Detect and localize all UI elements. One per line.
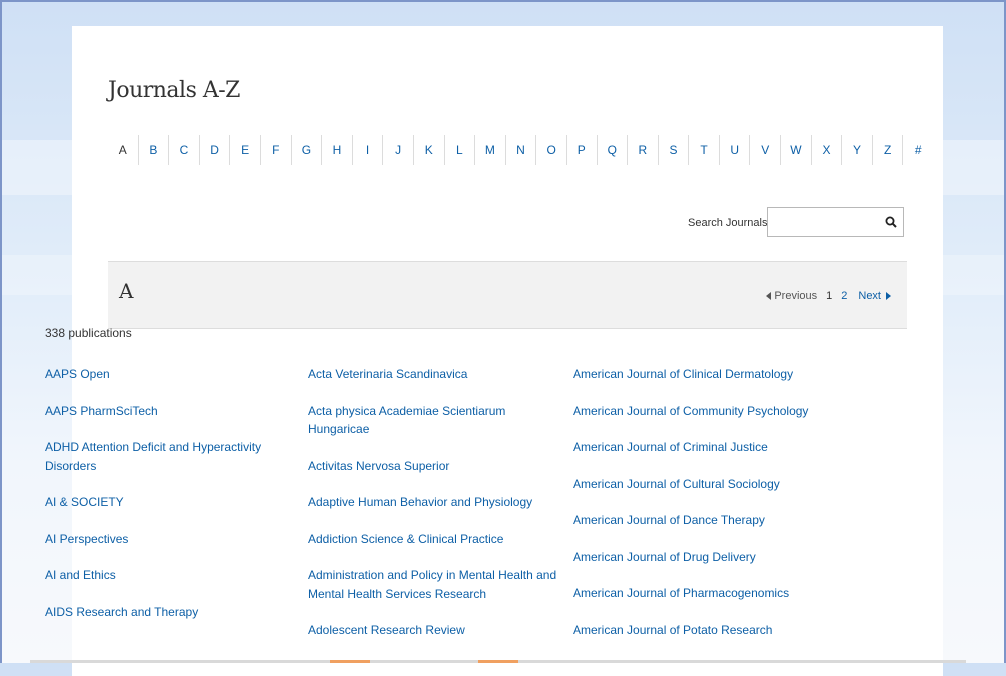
alphabet-nav: A B C D E F G H I J K L M N O P Q R S T U V W X Y Z # bbox=[108, 133, 933, 167]
caret-right-icon bbox=[886, 292, 891, 300]
alphabet-link-o[interactable]: O bbox=[536, 133, 566, 167]
page-title: Journals A-Z bbox=[108, 78, 240, 103]
journal-list-column-2: Acta Veterinaria Scandinavica Acta physic… bbox=[308, 365, 568, 658]
alphabet-link-p[interactable]: P bbox=[567, 133, 597, 167]
journal-link[interactable]: Addiction Science & Clinical Practice bbox=[308, 532, 503, 546]
journal-list-item: AI Perspectives bbox=[45, 530, 305, 549]
journal-list-column-1: AAPS Open AAPS PharmSciTech ADHD Attention… bbox=[45, 365, 305, 639]
alphabet-link-u[interactable]: U bbox=[720, 133, 750, 167]
alphabet-link-b[interactable]: B bbox=[139, 133, 169, 167]
alphabet-link-r[interactable]: R bbox=[628, 133, 658, 167]
alphabet-link-n[interactable]: N bbox=[506, 133, 536, 167]
journal-link[interactable]: American Journal of Community Psychology bbox=[573, 404, 808, 418]
journal-list-item: American Journal of Potato Research bbox=[573, 621, 833, 640]
alphabet-link-t[interactable]: T bbox=[689, 133, 719, 167]
alphabet-link-q[interactable]: Q bbox=[598, 133, 628, 167]
journal-list-item: Administration and Policy in Mental Heal… bbox=[308, 566, 568, 603]
alphabet-link-s[interactable]: S bbox=[659, 133, 689, 167]
journal-link[interactable]: AI and Ethics bbox=[45, 568, 116, 582]
journal-list-item: American Journal of Cultural Sociology bbox=[573, 475, 833, 494]
alphabet-link-d[interactable]: D bbox=[200, 133, 230, 167]
page-link-1[interactable]: 1 bbox=[826, 290, 832, 302]
alphabet-link-z[interactable]: Z bbox=[873, 133, 903, 167]
alphabet-link-e[interactable]: E bbox=[230, 133, 260, 167]
journal-link[interactable]: American Journal of Clinical Dermatology bbox=[573, 367, 793, 381]
alphabet-link-x[interactable]: X bbox=[812, 133, 842, 167]
alphabet-link-w[interactable]: W bbox=[781, 133, 811, 167]
alphabet-link-m[interactable]: M bbox=[475, 133, 505, 167]
alphabet-link-g[interactable]: G bbox=[292, 133, 322, 167]
journal-list-item: American Journal of Community Psychology bbox=[573, 402, 833, 421]
letter-section-header: A Previous 1 2 Next bbox=[108, 261, 907, 329]
journal-list-item: ADHD Attention Deficit and Hyperactivity… bbox=[45, 438, 305, 475]
page-link-2[interactable]: 2 bbox=[841, 290, 847, 302]
journal-list-column-3: American Journal of Clinical Dermatology… bbox=[573, 365, 833, 657]
journal-link[interactable]: Acta physica Academiae Scientiarum Hunga… bbox=[308, 404, 505, 437]
journal-link[interactable]: American Journal of Drug Delivery bbox=[573, 550, 756, 564]
journal-list-item: Addiction Science & Clinical Practice bbox=[308, 530, 568, 549]
alphabet-link-hash[interactable]: # bbox=[903, 133, 933, 167]
journal-list-item: AAPS Open bbox=[45, 365, 305, 384]
journal-link[interactable]: Adolescent Research Review bbox=[308, 623, 465, 637]
journal-link[interactable]: Adaptive Human Behavior and Physiology bbox=[308, 495, 532, 509]
journal-list-item: American Journal of Clinical Dermatology bbox=[573, 365, 833, 384]
journal-list-item: American Journal of Criminal Justice bbox=[573, 438, 833, 457]
journal-list-item: American Journal of Drug Delivery bbox=[573, 548, 833, 567]
journal-link[interactable]: American Journal of Dance Therapy bbox=[573, 513, 765, 527]
journal-list-item: Activitas Nervosa Superior bbox=[308, 457, 568, 476]
letter-heading: A bbox=[119, 279, 134, 303]
journal-list-item: American Journal of Dance Therapy bbox=[573, 511, 833, 530]
journal-link[interactable]: Administration and Policy in Mental Heal… bbox=[308, 568, 556, 601]
search-journals-input[interactable] bbox=[772, 212, 876, 234]
alphabet-link-c[interactable]: C bbox=[169, 133, 199, 167]
journal-list-item: Adolescent Research Review bbox=[308, 621, 568, 640]
journal-list-item: Adaptive Human Behavior and Physiology bbox=[308, 493, 568, 512]
journal-link[interactable]: AI & SOCIETY bbox=[45, 495, 124, 509]
journal-link[interactable]: American Journal of Potato Research bbox=[573, 623, 772, 637]
journal-link[interactable]: AIDS Research and Therapy bbox=[45, 605, 198, 619]
alphabet-link-i[interactable]: I bbox=[353, 133, 383, 167]
journal-link[interactable]: AAPS Open bbox=[45, 367, 110, 381]
search-journals-box bbox=[767, 207, 904, 237]
alphabet-link-y[interactable]: Y bbox=[842, 133, 872, 167]
journal-link[interactable]: AI Perspectives bbox=[45, 532, 128, 546]
journal-list-item: AAPS PharmSciTech bbox=[45, 402, 305, 421]
journal-link[interactable]: Activitas Nervosa Superior bbox=[308, 459, 449, 473]
search-icon[interactable] bbox=[885, 216, 897, 228]
alphabet-link-h[interactable]: H bbox=[322, 133, 352, 167]
alphabet-link-l[interactable]: L bbox=[445, 133, 475, 167]
journal-list-item: AI and Ethics bbox=[45, 566, 305, 585]
search-journals-label: Search Journals bbox=[688, 217, 768, 229]
journal-link[interactable]: AAPS PharmSciTech bbox=[45, 404, 158, 418]
caret-left-icon bbox=[766, 292, 772, 300]
journal-list-item: Acta physica Academiae Scientiarum Hunga… bbox=[308, 402, 568, 439]
alphabet-link-a[interactable]: A bbox=[108, 133, 138, 167]
journal-link[interactable]: ADHD Attention Deficit and Hyperactivity… bbox=[45, 440, 261, 473]
journal-link[interactable]: American Journal of Pharmacogenomics bbox=[573, 586, 789, 600]
publication-count: 338 publications bbox=[45, 326, 132, 340]
journal-link[interactable]: American Journal of Criminal Justice bbox=[573, 440, 768, 454]
journal-list-item: AI & SOCIETY bbox=[45, 493, 305, 512]
alphabet-link-j[interactable]: J bbox=[383, 133, 413, 167]
journal-list-item: AIDS Research and Therapy bbox=[45, 603, 305, 622]
journal-link[interactable]: American Journal of Cultural Sociology bbox=[573, 477, 780, 491]
next-page-link[interactable]: Next bbox=[858, 290, 891, 302]
alphabet-link-k[interactable]: K bbox=[414, 133, 444, 167]
journal-list-item: Acta Veterinaria Scandinavica bbox=[308, 365, 568, 384]
journal-link[interactable]: Acta Veterinaria Scandinavica bbox=[308, 367, 467, 381]
journal-list-item: American Journal of Pharmacogenomics bbox=[573, 584, 833, 603]
alphabet-link-f[interactable]: F bbox=[261, 133, 291, 167]
alphabet-link-v[interactable]: V bbox=[750, 133, 780, 167]
previous-label: Previous bbox=[774, 290, 818, 302]
pagination: Previous 1 2 Next bbox=[766, 290, 891, 302]
previous-page-link[interactable]: Previous bbox=[766, 290, 817, 302]
next-label: Next bbox=[858, 290, 881, 302]
